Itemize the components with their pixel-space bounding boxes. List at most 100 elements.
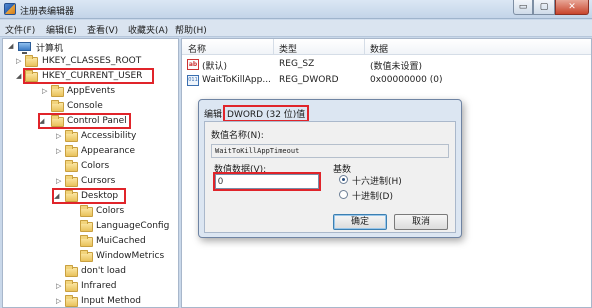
tree-item-label: HKEY_CLASSES_ROOT bbox=[42, 56, 142, 66]
hex-radio[interactable] bbox=[339, 175, 348, 184]
folder-icon bbox=[51, 85, 64, 97]
tree-item-label: Console bbox=[67, 101, 103, 111]
folder-icon bbox=[51, 100, 64, 112]
list-row[interactable]: 011 WaitToKillApp... REG_DWORD 0x0000000… bbox=[182, 73, 591, 89]
cancel-button[interactable]: 取消 bbox=[394, 214, 448, 230]
value-name: WaitToKillApp... bbox=[202, 75, 271, 85]
folder-icon bbox=[65, 145, 78, 157]
tree-item-label: 计算机 bbox=[36, 44, 64, 54]
tree-item-label: WindowMetrics bbox=[96, 251, 165, 261]
base-radio-group: 十六进制(H) 十进制(D) bbox=[333, 170, 443, 206]
column-divider[interactable] bbox=[364, 39, 365, 55]
menu-help[interactable]: 帮助(H) bbox=[175, 23, 207, 36]
tree-item-infrared[interactable]: ▷ Infrared bbox=[3, 280, 178, 294]
tree-item-cursors[interactable]: ▷ Cursors bbox=[3, 175, 178, 189]
tree-item-languageconfig[interactable]: LanguageConfig bbox=[3, 220, 178, 234]
menu-favorites[interactable]: 收藏夹(A) bbox=[128, 23, 168, 36]
tree-item-label: AppEvents bbox=[67, 86, 116, 96]
tree-item-label: Appearance bbox=[81, 146, 136, 156]
title-bar: 注册表编辑器 ▭ ▢ ✕ bbox=[0, 0, 592, 19]
menu-file[interactable]: 文件(F) bbox=[5, 23, 35, 36]
computer-icon bbox=[18, 42, 31, 54]
list-row[interactable]: ab (默认) REG_SZ (数值未设置) bbox=[182, 57, 591, 73]
tree-item-label: Infrared bbox=[81, 281, 117, 291]
folder-icon bbox=[65, 160, 78, 172]
folder-icon bbox=[80, 250, 93, 262]
binary-value-icon: 011 bbox=[187, 75, 199, 86]
folder-icon bbox=[25, 55, 38, 67]
folder-icon bbox=[65, 265, 78, 277]
window-title: 注册表编辑器 bbox=[20, 7, 75, 17]
expand-arrow-icon[interactable]: ▷ bbox=[56, 130, 64, 143]
list-header: 名称 类型 数据 bbox=[182, 39, 591, 55]
value-data: (数值未设置) bbox=[370, 62, 423, 72]
highlight-desktop bbox=[52, 188, 126, 204]
folder-icon bbox=[80, 220, 93, 232]
tree-item-label: Cursors bbox=[81, 176, 116, 186]
minimize-button[interactable]: ▭ bbox=[513, 0, 533, 15]
column-header-type[interactable]: 类型 bbox=[279, 42, 297, 55]
column-header-name[interactable]: 名称 bbox=[188, 42, 206, 55]
tree-item-desktop-colors[interactable]: Colors bbox=[3, 205, 178, 219]
ok-button[interactable]: 确定 bbox=[333, 214, 387, 230]
registry-tree[interactable]: ◢ 计算机 ▷ HKEY_CLASSES_ROOT ◢ HKEY_CURRENT… bbox=[2, 38, 179, 308]
column-header-data[interactable]: 数据 bbox=[370, 42, 388, 55]
maximize-button[interactable]: ▢ bbox=[533, 0, 555, 15]
highlight-control-panel bbox=[38, 113, 131, 129]
dialog-title-highlighted: DWORD (32 位)值 bbox=[223, 105, 310, 122]
highlight-hkey-current-user bbox=[23, 68, 154, 84]
value-name-field: WaitToKillAppTimeout bbox=[211, 144, 449, 158]
expand-arrow-icon[interactable]: ▷ bbox=[56, 280, 64, 293]
expand-arrow-icon[interactable]: ▷ bbox=[56, 295, 64, 307]
value-type: REG_DWORD bbox=[279, 75, 339, 85]
tree-item-computer[interactable]: ◢ 计算机 bbox=[3, 40, 178, 54]
tree-item-muicached[interactable]: MuiCached bbox=[3, 235, 178, 249]
tree-item-appearance[interactable]: ▷ Appearance bbox=[3, 145, 178, 159]
folder-icon bbox=[80, 235, 93, 247]
folder-icon bbox=[80, 205, 93, 217]
regedit-app-icon bbox=[4, 3, 16, 15]
folder-icon bbox=[65, 295, 78, 307]
highlight-value-data bbox=[213, 172, 321, 191]
tree-item-input-method[interactable]: ▷ Input Method bbox=[3, 295, 178, 307]
tree-item-console[interactable]: Console bbox=[3, 100, 178, 114]
expand-arrow-icon[interactable]: ▷ bbox=[56, 145, 64, 158]
tree-item-windowmetrics[interactable]: WindowMetrics bbox=[3, 250, 178, 264]
tree-item-accessibility[interactable]: ▷ Accessibility bbox=[3, 130, 178, 144]
tree-item-label: Accessibility bbox=[81, 131, 137, 141]
folder-icon bbox=[65, 280, 78, 292]
value-name-label: 数值名称(N): bbox=[211, 131, 264, 141]
dialog-title-prefix: 编辑 bbox=[204, 110, 223, 120]
dialog-body: 数值名称(N): WaitToKillAppTimeout 数值数据(V): 0… bbox=[204, 121, 456, 233]
decimal-radio-label[interactable]: 十进制(D) bbox=[352, 189, 393, 202]
tree-item-label: don't load bbox=[81, 266, 127, 276]
folder-icon bbox=[65, 175, 78, 187]
string-value-icon: ab bbox=[187, 59, 199, 70]
tree-item-dont-load[interactable]: don't load bbox=[3, 265, 178, 279]
tree-item-label: Colors bbox=[81, 161, 110, 171]
tree-item-colors[interactable]: Colors bbox=[3, 160, 178, 174]
value-data: 0x00000000 (0) bbox=[370, 75, 443, 85]
tree-item-label: Input Method bbox=[81, 296, 141, 306]
menu-bar: 文件(F) 编辑(E) 查看(V) 收藏夹(A) 帮助(H) bbox=[0, 20, 592, 37]
tree-item-appevents[interactable]: ▷ AppEvents bbox=[3, 85, 178, 99]
folder-icon bbox=[65, 130, 78, 142]
collapse-arrow-icon[interactable]: ◢ bbox=[8, 40, 16, 53]
expand-arrow-icon[interactable]: ▷ bbox=[42, 85, 50, 98]
edit-dword-dialog: 编辑 DWORD (32 位)值 数值名称(N): WaitToKillAppTi… bbox=[198, 99, 462, 238]
value-name: (默认) bbox=[202, 62, 228, 72]
hex-radio-label[interactable]: 十六进制(H) bbox=[352, 174, 402, 187]
tree-item-label: Colors bbox=[96, 206, 125, 216]
decimal-radio[interactable] bbox=[339, 190, 348, 199]
dialog-title: 编辑 DWORD (32 位)值 bbox=[204, 105, 310, 122]
tree-item-hkey-classes-root[interactable]: ▷ HKEY_CLASSES_ROOT bbox=[3, 55, 178, 69]
tree-item-label: LanguageConfig bbox=[96, 221, 170, 231]
expand-arrow-icon[interactable]: ▷ bbox=[16, 55, 24, 68]
tree-item-label: MuiCached bbox=[96, 236, 146, 246]
menu-view[interactable]: 查看(V) bbox=[87, 23, 118, 36]
column-divider[interactable] bbox=[273, 39, 274, 55]
value-type: REG_SZ bbox=[279, 59, 315, 69]
close-button[interactable]: ✕ bbox=[555, 0, 589, 15]
menu-edit[interactable]: 编辑(E) bbox=[46, 23, 77, 36]
expand-arrow-icon[interactable]: ▷ bbox=[56, 175, 64, 188]
